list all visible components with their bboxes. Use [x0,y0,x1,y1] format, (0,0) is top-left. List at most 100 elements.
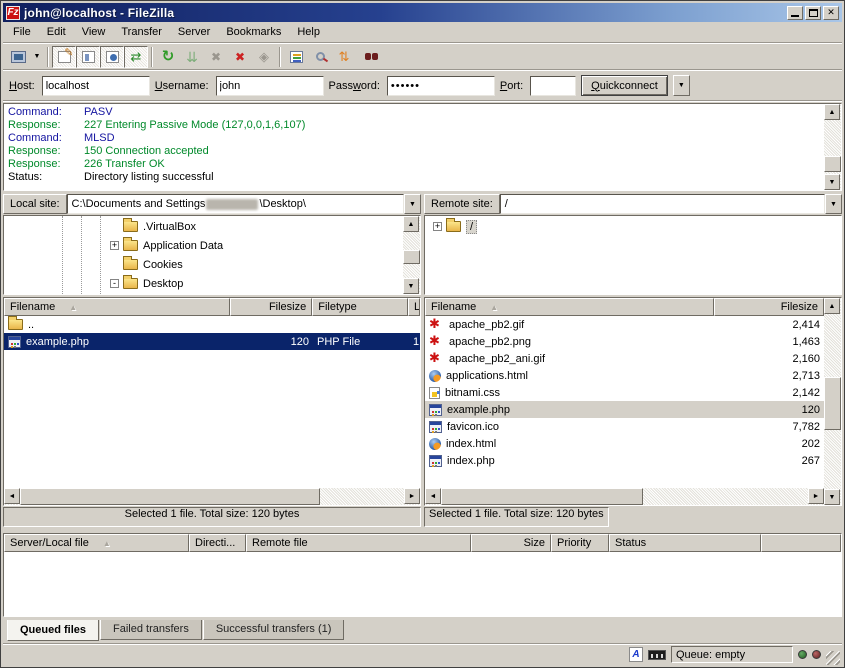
column-header-label: Filesize [269,301,306,313]
local-tree-scrollbar[interactable]: ▲ ▼ [403,216,420,294]
maximize-button[interactable] [805,6,821,20]
expander-icon[interactable]: + [110,241,119,250]
disconnect-icon: ✖ [235,50,245,64]
column-header-filename[interactable]: Filename▲ [425,298,714,316]
column-header-priority[interactable]: Priority [551,534,609,552]
scroll-thumb[interactable] [441,488,643,505]
host-input[interactable] [42,76,150,96]
toggle-message-log-button[interactable] [52,46,76,68]
file-row-apachepb2gif[interactable]: apache_pb2.gif2,414 [425,316,824,333]
scroll-right-icon[interactable]: ► [808,488,824,504]
column-header-status[interactable]: Status [609,534,761,552]
log-line-text: MLSD [84,132,115,145]
menu-item-file[interactable]: File [5,23,39,41]
file-type-cell: PHP File [313,333,409,350]
file-row-indexhtml[interactable]: index.html202 [425,435,824,452]
reconnect-button[interactable]: ◈ [252,46,276,68]
menu-item-server[interactable]: Server [170,23,218,41]
file-row-[interactable]: .. [4,316,420,333]
scroll-up-icon[interactable]: ▲ [824,104,840,120]
local-tree-item[interactable]: +Application Data [4,236,403,255]
quickconnect-button[interactable]: Quickconnect [581,75,668,96]
port-input[interactable] [530,76,576,96]
scroll-thumb[interactable] [403,250,420,264]
tab-queued-files[interactable]: Queued files [7,620,99,641]
expander-icon[interactable]: + [433,222,442,231]
column-header-size[interactable]: Size [471,534,551,552]
log-line: Status:Directory listing successful [8,171,824,184]
quickconnect-dropdown-button[interactable]: ▼ [673,75,690,96]
scroll-down-icon[interactable]: ▼ [824,174,840,190]
remote-tree-root[interactable]: + / [425,217,841,236]
compare-button[interactable] [308,46,332,68]
scroll-down-icon[interactable]: ▼ [824,489,840,505]
file-row-indexphp[interactable]: index.php267 [425,452,824,469]
column-header-directi[interactable]: Directi... [189,534,246,552]
column-header-filesize[interactable]: Filesize [714,298,824,316]
scroll-left-icon[interactable]: ◄ [425,488,441,504]
minimize-button[interactable] [787,6,803,20]
local-hscrollbar[interactable]: ◄ ► [4,488,420,505]
site-manager-button[interactable] [6,46,30,68]
expander-icon[interactable]: - [110,279,119,288]
scroll-left-icon[interactable]: ◄ [4,488,20,504]
scroll-right-icon[interactable]: ► [404,488,420,504]
password-input[interactable] [387,76,495,96]
remote-path-dropdown-icon[interactable]: ▼ [825,194,842,214]
menu-item-edit[interactable]: Edit [39,23,74,41]
site-manager-dropdown-button[interactable]: ▼ [30,46,44,68]
column-header-filetype[interactable]: Filetype [312,298,408,316]
column-header-l[interactable]: L [408,298,420,316]
menu-item-bookmarks[interactable]: Bookmarks [218,23,289,41]
menu-item-transfer[interactable]: Transfer [113,23,170,41]
refresh-button[interactable]: ↻ [156,46,180,68]
file-row-apachepb2png[interactable]: apache_pb2.png1,463 [425,333,824,350]
file-row-faviconico[interactable]: favicon.ico7,782 [425,418,824,435]
file-row-examplephp[interactable]: example.php120 [425,401,824,418]
tab-successful-transfers-1-[interactable]: Successful transfers (1) [203,620,345,640]
file-row-applicationshtml[interactable]: applications.html2,713 [425,367,824,384]
local-tree-item[interactable]: .VirtualBox [4,217,403,236]
scroll-thumb[interactable] [824,156,841,172]
filter-button[interactable] [284,46,308,68]
remote-path-combobox[interactable]: / [500,194,825,214]
process-queue-button[interactable]: ⇊ [180,46,204,68]
log-line-type: Command: [8,132,84,145]
toggle-remote-tree-icon [106,51,119,63]
file-row-bitnamicss[interactable]: bitnami.css2,142 [425,384,824,401]
log-line-text: 150 Connection accepted [84,145,209,158]
sync-browse-button[interactable]: ⇅ [332,46,356,68]
log-scrollbar[interactable]: ▲ ▼ [824,104,841,190]
scroll-down-icon[interactable]: ▼ [403,278,419,294]
column-header-serverlocalfile[interactable]: Server/Local file▲ [4,534,189,552]
menu-item-view[interactable]: View [74,23,114,41]
local-tree-item[interactable]: -Desktop [4,274,403,293]
file-row-apachepb2anigif[interactable]: apache_pb2_ani.gif2,160 [425,350,824,367]
username-input[interactable] [216,76,324,96]
menu-item-help[interactable]: Help [289,23,328,41]
file-name-cell: example.php [425,401,714,418]
toggle-remote-tree-button[interactable] [100,46,124,68]
local-path-combobox[interactable]: C:\Documents and Settings\Desktop\ [67,194,404,214]
toggle-local-tree-button[interactable] [76,46,100,68]
scroll-thumb[interactable] [824,377,841,430]
remote-hscrollbar[interactable]: ◄ ► [425,488,824,505]
file-row-examplephp[interactable]: example.php120PHP File1 [4,333,420,350]
disconnect-button[interactable]: ✖ [228,46,252,68]
find-files-button[interactable] [356,46,380,68]
column-header-remotefile[interactable]: Remote file [246,534,471,552]
local-tree-item[interactable]: Cookies [4,255,403,274]
remote-vscrollbar[interactable]: ▲ ▼ [824,298,841,505]
remote-list-body: apache_pb2.gif2,414apache_pb2.png1,463ap… [425,316,824,488]
column-header-filesize[interactable]: Filesize [230,298,312,316]
column-header-filename[interactable]: Filename▲ [4,298,230,316]
tab-failed-transfers[interactable]: Failed transfers [100,620,202,640]
scroll-thumb[interactable] [20,488,320,505]
cancel-button[interactable]: ✖ [204,46,228,68]
resize-grip[interactable] [826,651,840,665]
scroll-up-icon[interactable]: ▲ [824,298,840,314]
close-button[interactable]: ✕ [823,6,839,20]
local-path-dropdown-icon[interactable]: ▼ [404,194,421,214]
scroll-up-icon[interactable]: ▲ [403,216,419,232]
toggle-queue-button[interactable]: ⇄ [124,46,148,68]
